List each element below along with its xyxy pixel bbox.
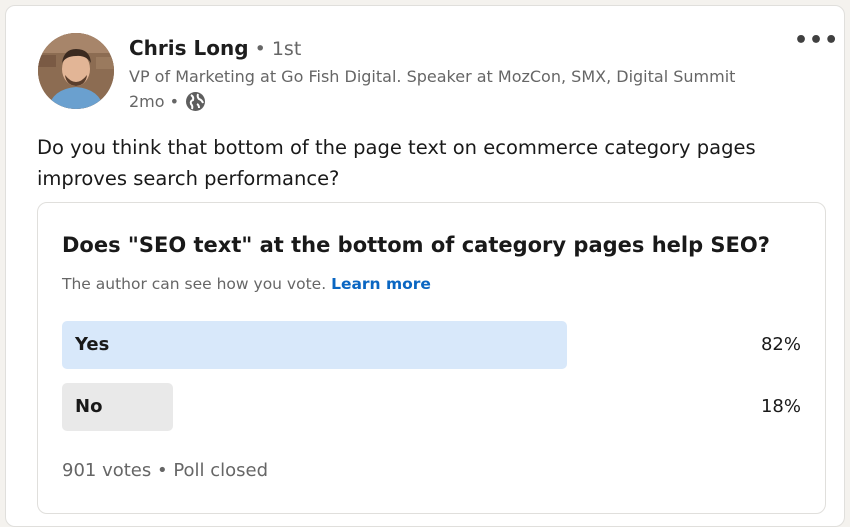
- poll-option-yes: Yes 82%: [62, 321, 801, 369]
- post-meta: 2mo •: [129, 91, 206, 112]
- author-name-text[interactable]: Chris Long: [129, 36, 249, 60]
- post-card: Chris Long • 1st VP of Marketing at Go F…: [5, 5, 845, 527]
- poll-note-text: The author can see how you vote.: [62, 275, 327, 293]
- post-text: Do you think that bottom of the page tex…: [37, 136, 756, 190]
- poll-card: Does "SEO text" at the bottom of categor…: [37, 202, 826, 514]
- author-headline: VP of Marketing at Go Fish Digital. Spea…: [129, 67, 736, 86]
- avatar[interactable]: [38, 33, 114, 109]
- poll-result-bar-yes: [62, 321, 567, 369]
- poll-visibility-note: The author can see how you vote. Learn m…: [62, 275, 431, 293]
- globe-icon: [185, 91, 206, 112]
- author-name[interactable]: Chris Long • 1st: [129, 36, 301, 60]
- poll-option-label: Yes: [75, 334, 110, 355]
- poll-option-percent: 18%: [760, 396, 801, 417]
- poll-option-percent: 82%: [760, 334, 801, 355]
- poll-question: Does "SEO text" at the bottom of categor…: [62, 233, 770, 257]
- avatar-photo: [38, 33, 114, 109]
- more-options-icon[interactable]: •••: [794, 28, 839, 53]
- poll-option-label: No: [75, 396, 103, 417]
- post-time: 2mo •: [129, 92, 180, 111]
- connection-degree: • 1st: [248, 38, 302, 60]
- poll-option-no: No 18%: [62, 383, 801, 431]
- learn-more-link[interactable]: Learn more: [331, 275, 431, 293]
- poll-footer: 901 votes • Poll closed: [62, 460, 269, 481]
